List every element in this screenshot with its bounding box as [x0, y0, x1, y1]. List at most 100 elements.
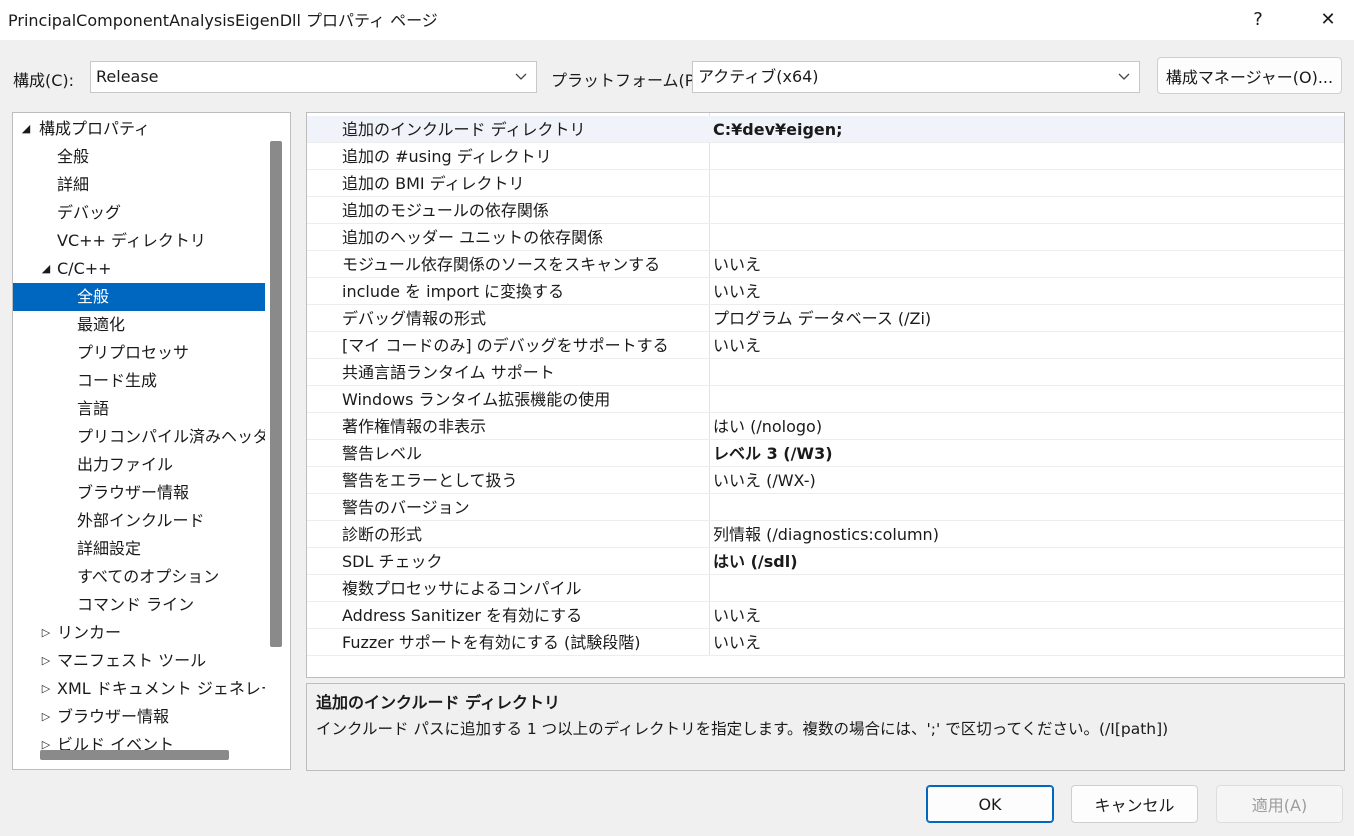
expand-arrow-icon[interactable]: ▷	[39, 675, 53, 703]
apply-button[interactable]: 適用(A)	[1216, 785, 1343, 823]
property-value[interactable]: 列情報 (/diagnostics:column)	[713, 521, 1343, 547]
property-row[interactable]: 複数プロセッサによるコンパイル	[307, 575, 1344, 602]
chevron-down-icon	[1117, 62, 1131, 92]
tree-item[interactable]: 外部インクルード	[13, 507, 265, 535]
property-row[interactable]: 追加のインクルード ディレクトリ C:¥dev¥eigen;	[307, 116, 1344, 143]
close-icon: ✕	[1320, 8, 1336, 30]
tree-item[interactable]: プリコンパイル済みヘッダー	[13, 423, 265, 451]
tree-item[interactable]: 全般	[13, 283, 265, 311]
tree-item[interactable]: ▷ マニフェスト ツール	[13, 647, 265, 675]
tree-item-label: 出力ファイル	[77, 455, 174, 474]
tree-horizontal-scrollbar[interactable]	[40, 750, 229, 760]
tree-item[interactable]: プリプロセッサ	[13, 339, 265, 367]
property-value[interactable]: プログラム データベース (/Zi)	[713, 305, 1343, 331]
tree-item[interactable]: ▷XML ドキュメント ジェネレーター	[13, 675, 265, 703]
tree-item[interactable]: 詳細	[13, 171, 265, 199]
configuration-value: Release	[96, 67, 159, 86]
property-value[interactable]: いいえ	[713, 602, 1343, 628]
configuration-select[interactable]: Release	[90, 61, 537, 93]
tree-item[interactable]: 出力ファイル	[13, 451, 265, 479]
property-value[interactable]: いいえ (/WX-)	[713, 467, 1343, 493]
cancel-button[interactable]: キャンセル	[1071, 785, 1198, 823]
collapse-arrow-icon[interactable]: ◢	[39, 255, 53, 283]
tree-item-label: ブラウザー情報	[77, 483, 190, 502]
tree-item-label: 全般	[77, 287, 110, 306]
tree-item-label: プリコンパイル済みヘッダー	[77, 427, 265, 446]
property-value[interactable]	[713, 575, 1343, 601]
tree-item[interactable]: ◢ C/C++	[13, 255, 265, 283]
tree-item[interactable]: ▷ ブラウザー情報	[13, 703, 265, 731]
property-value[interactable]	[713, 386, 1343, 412]
property-row[interactable]: 追加の BMI ディレクトリ	[307, 170, 1344, 197]
property-row[interactable]: Fuzzer サポートを有効にする (試験段階) いいえ	[307, 629, 1344, 656]
property-value[interactable]: いいえ	[713, 629, 1343, 655]
property-row[interactable]: 追加の #using ディレクトリ	[307, 143, 1344, 170]
tree-item[interactable]: すべてのオプション	[13, 563, 265, 591]
tree-item[interactable]: コード生成	[13, 367, 265, 395]
property-row[interactable]: デバッグ情報の形式 プログラム データベース (/Zi)	[307, 305, 1344, 332]
property-row[interactable]: 追加のモジュールの依存関係	[307, 197, 1344, 224]
tree-item-label: XML ドキュメント ジェネレーター	[57, 679, 265, 698]
tree-vertical-scrollbar[interactable]	[270, 141, 282, 647]
tree-item-label: デバッグ	[57, 203, 122, 222]
tree-item[interactable]: ◢ 構成プロパティ	[13, 115, 265, 143]
tree-item[interactable]: 言語	[13, 395, 265, 423]
property-name: Address Sanitizer を有効にする	[342, 606, 583, 625]
property-row[interactable]: 警告レベル レベル 3 (/W3)	[307, 440, 1344, 467]
property-value[interactable]	[713, 170, 1343, 196]
ok-button[interactable]: OK	[926, 785, 1054, 823]
property-value[interactable]	[713, 224, 1343, 250]
configuration-label: 構成(C):	[13, 71, 75, 90]
property-value[interactable]: いいえ	[713, 278, 1343, 304]
property-row[interactable]: 診断の形式 列情報 (/diagnostics:column)	[307, 521, 1344, 548]
property-name: 診断の形式	[342, 525, 423, 544]
property-name: 追加のヘッダー ユニットの依存関係	[342, 228, 604, 247]
expand-arrow-icon[interactable]: ▷	[39, 647, 53, 675]
close-button[interactable]: ✕	[1311, 4, 1345, 34]
tree-item-label: すべてのオプション	[77, 567, 220, 586]
tree-item-label: VC++ ディレクトリ	[57, 231, 206, 250]
property-value[interactable]: C:¥dev¥eigen;	[713, 116, 1343, 142]
property-row[interactable]: 共通言語ランタイム サポート	[307, 359, 1344, 386]
property-row[interactable]: 警告をエラーとして扱う いいえ (/WX-)	[307, 467, 1344, 494]
property-row[interactable]: include を import に変換する いいえ	[307, 278, 1344, 305]
property-value[interactable]: はい (/nologo)	[713, 413, 1343, 439]
tree-item[interactable]: ▷ リンカー	[13, 619, 265, 647]
collapse-arrow-icon[interactable]: ◢	[19, 115, 33, 143]
property-row[interactable]: [マイ コードのみ] のデバッグをサポートする いいえ	[307, 332, 1344, 359]
property-row[interactable]: Windows ランタイム拡張機能の使用	[307, 386, 1344, 413]
property-row[interactable]: 追加のヘッダー ユニットの依存関係	[307, 224, 1344, 251]
property-value[interactable]: はい (/sdl)	[713, 548, 1343, 574]
tree-item[interactable]: ブラウザー情報	[13, 479, 265, 507]
property-name: Windows ランタイム拡張機能の使用	[342, 390, 611, 409]
tree-item[interactable]: VC++ ディレクトリ	[13, 227, 265, 255]
tree-item-label: プリプロセッサ	[77, 343, 190, 362]
configuration-manager-button[interactable]: 構成マネージャー(O)...	[1157, 57, 1342, 94]
property-name: 共通言語ランタイム サポート	[342, 363, 555, 382]
property-row[interactable]: 警告のバージョン	[307, 494, 1344, 521]
property-name: 追加の #using ディレクトリ	[342, 147, 552, 166]
expand-arrow-icon[interactable]: ▷	[39, 703, 53, 731]
tree-item[interactable]: 最適化	[13, 311, 265, 339]
property-value[interactable]: いいえ	[713, 251, 1343, 277]
tree-item-label: ブラウザー情報	[57, 707, 170, 726]
property-value[interactable]	[713, 494, 1343, 520]
property-value[interactable]	[713, 197, 1343, 223]
platform-select[interactable]: アクティブ(x64)	[692, 61, 1140, 93]
platform-value: アクティブ(x64)	[698, 67, 819, 86]
property-row[interactable]: SDL チェック はい (/sdl)	[307, 548, 1344, 575]
expand-arrow-icon[interactable]: ▷	[39, 619, 53, 647]
property-row[interactable]: モジュール依存関係のソースをスキャンする いいえ	[307, 251, 1344, 278]
property-value[interactable]: いいえ	[713, 332, 1343, 358]
property-value[interactable]	[713, 359, 1343, 385]
platform-label: プラットフォーム(P):	[551, 71, 707, 90]
tree-item[interactable]: コマンド ライン	[13, 591, 265, 619]
tree-item[interactable]: デバッグ	[13, 199, 265, 227]
property-row[interactable]: 著作権情報の非表示 はい (/nologo)	[307, 413, 1344, 440]
property-row[interactable]: Address Sanitizer を有効にする いいえ	[307, 602, 1344, 629]
property-value[interactable]: レベル 3 (/W3)	[713, 440, 1343, 466]
tree-item[interactable]: 全般	[13, 143, 265, 171]
tree-item[interactable]: 詳細設定	[13, 535, 265, 563]
help-button[interactable]: ?	[1241, 4, 1275, 34]
property-value[interactable]	[713, 143, 1343, 169]
